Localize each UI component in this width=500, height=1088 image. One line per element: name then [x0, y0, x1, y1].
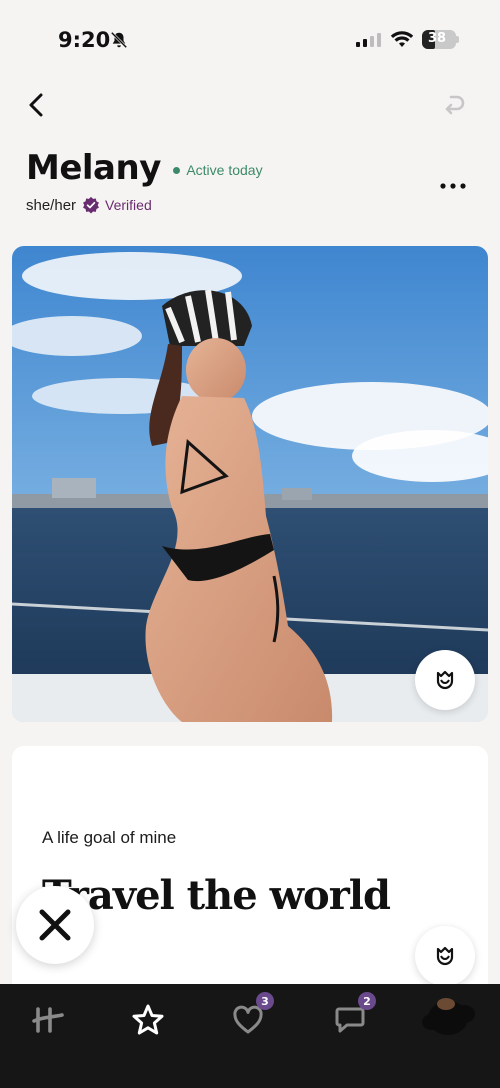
avatar-icon[interactable]	[418, 996, 476, 1040]
prompt-answer: Travel the world	[42, 872, 391, 919]
profile-header: Melany Active today she/her Verified	[26, 148, 466, 214]
undo-arrow-icon	[445, 95, 465, 115]
back-button[interactable]	[20, 88, 52, 122]
photo-illustration	[12, 246, 488, 722]
profile-name: Melany	[26, 148, 161, 188]
like-photo-button[interactable]	[415, 650, 475, 710]
like-prompt-button[interactable]	[415, 926, 475, 986]
status-bar: 9:20 38	[0, 0, 500, 80]
verified-label: Verified	[105, 197, 152, 213]
active-dot-icon	[173, 166, 181, 174]
wifi-icon	[390, 31, 414, 47]
close-x-icon	[39, 909, 71, 941]
battery-indicator: 38	[422, 30, 456, 49]
tab-home[interactable]	[26, 998, 70, 1042]
bell-muted-icon	[110, 31, 128, 49]
rose-icon	[436, 670, 454, 690]
more-options-button[interactable]	[436, 174, 470, 198]
prompt-question: A life goal of mine	[42, 828, 177, 847]
activity-status: Active today	[173, 162, 263, 178]
chevron-left-icon	[29, 93, 43, 117]
tab-standouts[interactable]	[126, 998, 170, 1042]
hinge-logo-icon	[32, 1007, 64, 1033]
status-time: 9:20	[58, 28, 111, 52]
verified-badge-icon	[83, 196, 99, 214]
more-dots-icon	[440, 183, 466, 189]
matches-badge: 2	[358, 992, 376, 1010]
profile-photo[interactable]	[12, 246, 488, 722]
pronouns: she/her	[26, 196, 77, 214]
battery-level-text: 38	[427, 31, 447, 46]
rose-icon	[436, 946, 454, 966]
tab-likes-you[interactable]: 3	[226, 992, 274, 1042]
cellular-signal-icon	[356, 33, 381, 47]
chat-bubble-icon	[335, 1007, 365, 1033]
undo-button[interactable]	[438, 88, 472, 122]
activity-text: Active today	[186, 162, 263, 178]
star-icon	[132, 1004, 164, 1035]
skip-button[interactable]	[16, 886, 94, 964]
likes-badge: 3	[256, 992, 274, 1010]
tab-bar: 3 2	[0, 984, 500, 1088]
battery-cap	[456, 36, 459, 43]
heart-icon	[233, 1005, 263, 1034]
tab-matches[interactable]: 2	[328, 992, 376, 1042]
